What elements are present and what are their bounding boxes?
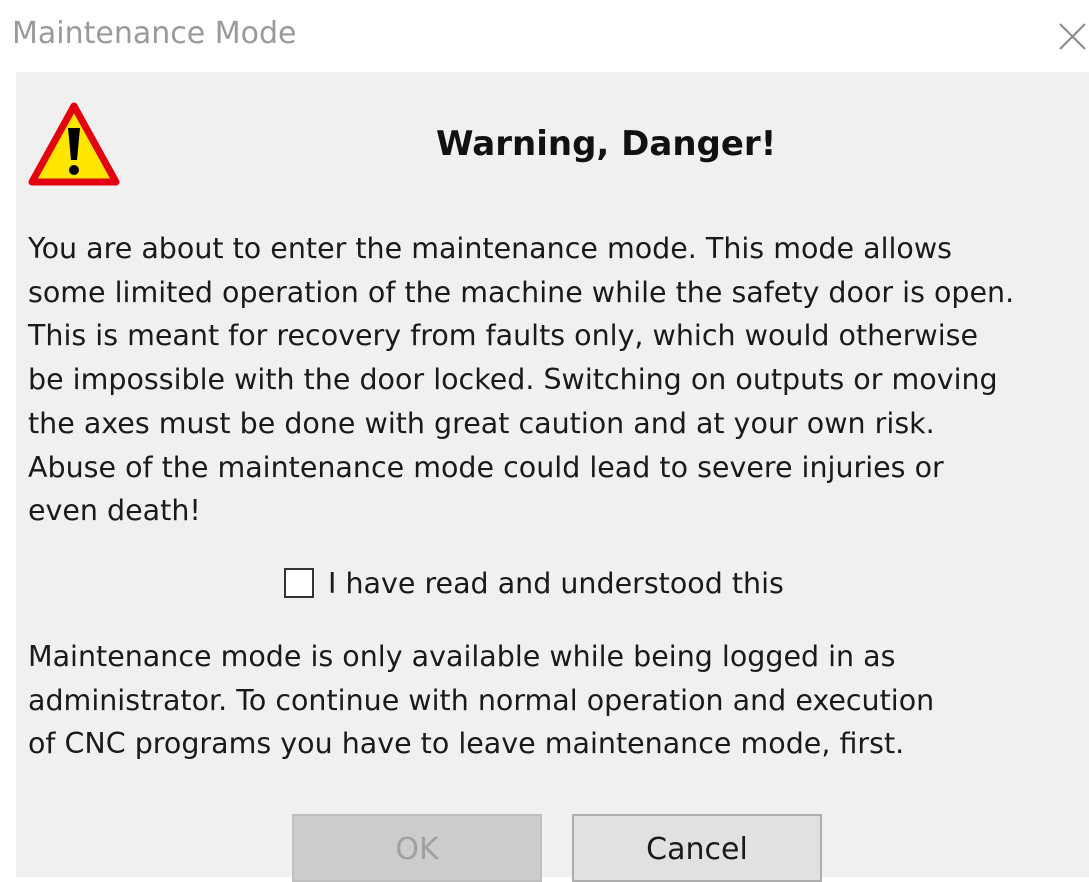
info-line: administrator. To continue with normal o… [28, 683, 935, 717]
message-line: This is meant for recovery from faults o… [28, 319, 979, 353]
message-line: some limited operation of the machine wh… [28, 275, 1015, 309]
message-line: even death! [28, 494, 201, 528]
message-line: You are about to enter the maintenance m… [28, 232, 952, 265]
title-bar: Maintenance Mode [0, 0, 1089, 72]
message-line: the axes must be done with great caution… [28, 406, 935, 440]
info-line: Maintenance mode is only available while… [28, 640, 896, 673]
acknowledge-checkbox[interactable] [284, 568, 314, 598]
info-line: of CNC programs you have to leave mainte… [28, 727, 905, 761]
message-line: be impossible with the door locked. Swit… [28, 363, 998, 397]
window-title: Maintenance Mode [12, 16, 297, 51]
info-message: Maintenance mode is only available while… [28, 635, 1083, 766]
cancel-button[interactable]: Cancel [572, 814, 822, 882]
ok-button[interactable]: OK [292, 814, 542, 882]
dialog-heading: Warning, Danger! [436, 124, 777, 164]
close-icon [1059, 23, 1086, 50]
message-line: Abuse of the maintenance mode could lead… [28, 450, 944, 484]
warning-icon [26, 100, 122, 190]
close-button[interactable] [1051, 12, 1089, 58]
dialog-body: Warning, Danger! You are about to enter … [16, 72, 1089, 882]
warning-message: You are about to enter the maintenance m… [28, 227, 1083, 533]
acknowledge-checkbox-row[interactable]: I have read and understood this [284, 562, 784, 604]
acknowledge-checkbox-label[interactable]: I have read and understood this [328, 567, 784, 600]
